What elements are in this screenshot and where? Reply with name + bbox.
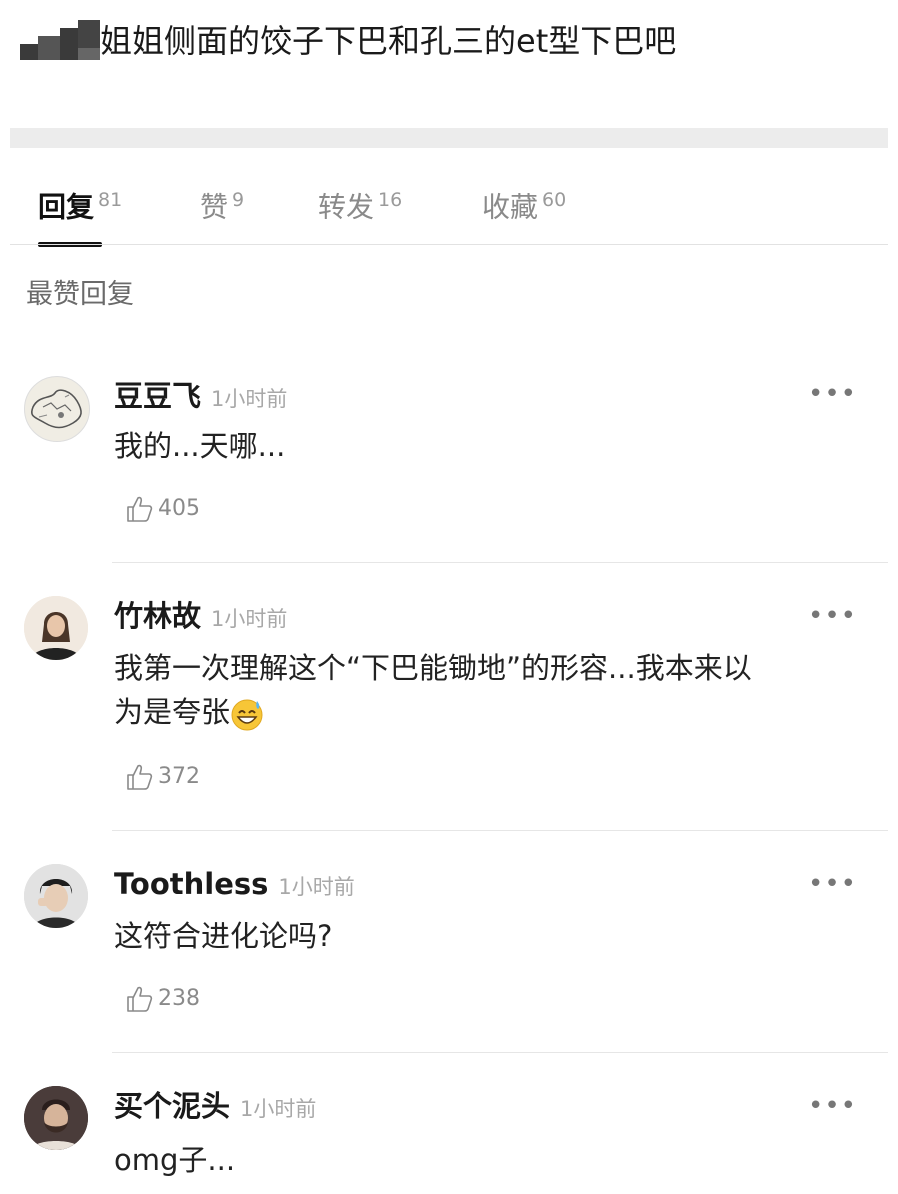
thumbs-up-icon: [127, 986, 153, 1012]
comment-divider: [112, 830, 888, 831]
post-title: 姐姐侧面的饺子下巴和孔三的et型下巴吧: [100, 22, 677, 60]
comment-username[interactable]: 竹林故 1小时前: [114, 598, 287, 637]
woman-portrait-avatar[interactable]: [24, 596, 88, 660]
tab-reposts[interactable]: 转发 16: [318, 182, 402, 223]
comment-username[interactable]: Toothless 1小时前: [114, 866, 355, 905]
comment-text: 我第一次理解这个“下巴能锄地”的形容...我本来以 为是夸张: [114, 646, 854, 734]
comment-text: 我的...天哪...: [114, 429, 286, 463]
thumbs-up-icon: [127, 496, 153, 522]
comment-username[interactable]: 豆豆飞 1小时前: [114, 378, 287, 417]
grinning-sweat-emoji: [231, 699, 263, 731]
comment-time: 1小时前: [278, 875, 355, 899]
comment-username[interactable]: 买个泥头 1小时前: [114, 1088, 316, 1127]
man-portrait-avatar[interactable]: [24, 864, 88, 928]
tab-likes[interactable]: 赞9: [200, 182, 244, 223]
like-button[interactable]: 405: [124, 494, 200, 524]
comment-text: 这符合进化论吗?: [114, 919, 333, 953]
more-options-icon[interactable]: •••: [808, 603, 857, 629]
section-title: 最赞回复: [26, 279, 134, 310]
comment-text: omg子...: [114, 1143, 236, 1177]
comment-divider: [112, 562, 888, 563]
tab-favorites[interactable]: 收藏 60: [482, 182, 566, 223]
tab-bar: 回复 81 赞9 转发 16 收藏 60: [0, 148, 898, 244]
comment-time: 1小时前: [211, 607, 288, 631]
comment-divider: [112, 1052, 888, 1053]
tab-replies[interactable]: 回复 81: [38, 182, 122, 223]
comment-time: 1小时前: [240, 1097, 317, 1121]
comment-text-line: 我第一次理解这个“下巴能锄地”的形容...我本来以: [114, 651, 752, 685]
more-options-icon[interactable]: •••: [808, 1093, 857, 1119]
tabs-divider: [10, 244, 888, 245]
like-button[interactable]: 372: [124, 762, 200, 792]
bearded-man-avatar[interactable]: [24, 1086, 88, 1150]
comment-time: 1小时前: [211, 387, 288, 411]
thumbs-up-icon: [127, 764, 153, 790]
more-options-icon[interactable]: •••: [808, 381, 857, 407]
comment-text-line: 为是夸张: [114, 690, 854, 734]
more-options-icon[interactable]: •••: [808, 871, 857, 897]
section-divider: [10, 128, 888, 148]
like-button[interactable]: 238: [124, 984, 200, 1014]
sketch-map-avatar[interactable]: [24, 376, 90, 442]
post-header: 姐姐侧面的饺子下巴和孔三的et型下巴吧: [0, 0, 898, 80]
